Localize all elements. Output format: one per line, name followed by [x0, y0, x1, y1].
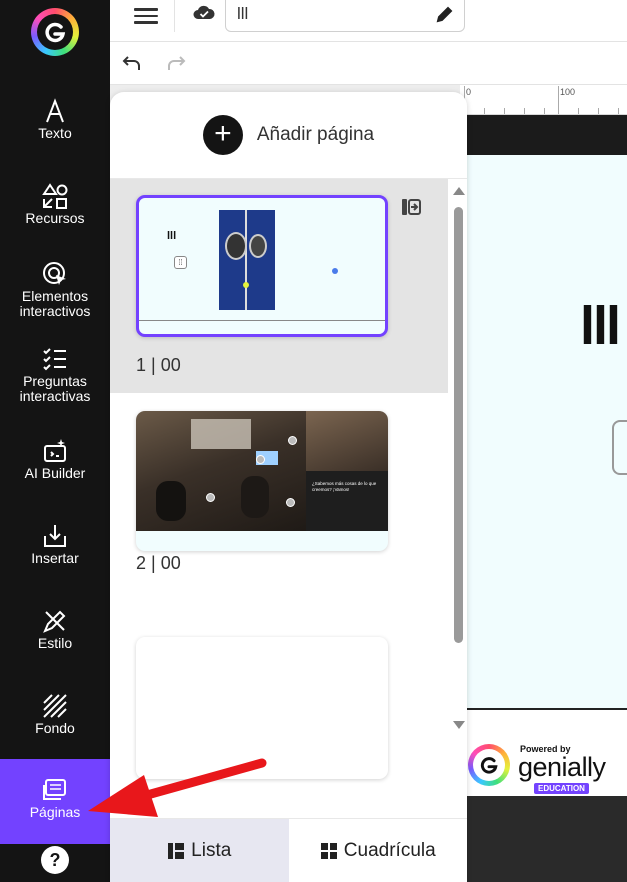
- thumb-text: ¿Sabemos más cosas de lo que creemos? ¡V…: [306, 471, 388, 531]
- sidebar: Texto Recursos Elementos interactivos Pr…: [0, 0, 110, 882]
- interactive-dot: [286, 498, 295, 507]
- tab-cuadricula[interactable]: Cuadrícula: [289, 819, 468, 882]
- page-thumbnail-1[interactable]: lll ⁞⁞: [136, 195, 388, 337]
- sidebar-item-paginas[interactable]: Páginas: [0, 759, 110, 844]
- dice-icon: ⁞⁞: [174, 256, 187, 269]
- view-mode-tabs: Lista Cuadrícula: [110, 818, 467, 882]
- interactive-dot: [288, 436, 297, 445]
- sidebar-item-label: Texto: [38, 125, 72, 141]
- background-icon: [0, 691, 110, 721]
- checklist-icon: [0, 344, 110, 374]
- menu-icon[interactable]: [134, 4, 158, 26]
- list-view-icon: [168, 842, 185, 859]
- insert-icon: [0, 521, 110, 551]
- classroom-photo: [136, 411, 306, 531]
- page-list-scrollbar[interactable]: [452, 179, 466, 813]
- sidebar-item-estilo[interactable]: Estilo: [0, 606, 110, 678]
- top-toolbar: lll: [110, 0, 627, 42]
- genially-logo[interactable]: [31, 8, 79, 56]
- sidebar-item-elementos-interactivos[interactable]: Elementos interactivos: [0, 259, 110, 331]
- sidebar-item-label: Preguntas: [23, 373, 87, 389]
- scroll-up-arrow-icon[interactable]: [453, 187, 465, 195]
- ai-builder-icon: [0, 436, 110, 466]
- thumb-footer-line: [139, 320, 385, 321]
- brand-name: genially: [518, 752, 606, 782]
- education-badge: EDUCATION: [534, 783, 589, 794]
- sidebar-item-label: Recursos: [25, 210, 85, 226]
- interactive-dot: [256, 455, 265, 464]
- page-label-2: 2 | 00: [136, 553, 181, 573]
- project-title-value: lll: [237, 4, 249, 23]
- sidebar-item-label-line2: interactivas: [19, 388, 91, 404]
- pencil-icon[interactable]: [436, 5, 454, 28]
- add-page-button[interactable]: + Añadir página: [110, 92, 467, 178]
- slide-shape[interactable]: [612, 420, 627, 475]
- page-thumbnail-2[interactable]: ¿Sabemos más cosas de lo que creemos? ¡V…: [136, 411, 388, 551]
- sidebar-item-preguntas-interactivas[interactable]: Preguntas interactivas: [0, 344, 110, 416]
- interactive-elements-icon: [0, 259, 110, 289]
- interactive-dot: [206, 493, 215, 502]
- sidebar-item-texto[interactable]: Texto: [0, 96, 110, 168]
- ruler-label: 100: [560, 87, 576, 97]
- undo-icon[interactable]: [122, 54, 142, 77]
- genially-mark-icon: [468, 744, 510, 786]
- tab-lista[interactable]: Lista: [110, 819, 289, 882]
- page-label-1: 1 | 00: [136, 355, 181, 375]
- scroll-down-arrow-icon[interactable]: [453, 721, 465, 729]
- page-list: lll ⁞⁞ 1 | 00 ¿Sabemos más cosas de lo q…: [110, 178, 467, 812]
- cloud-save-icon: [193, 4, 215, 27]
- page-thumbnail-3[interactable]: [136, 637, 388, 779]
- scrollbar-thumb[interactable]: [454, 207, 463, 643]
- page-row-3[interactable]: [110, 619, 448, 813]
- sidebar-item-fondo[interactable]: Fondo: [0, 691, 110, 763]
- slide-footer: Powered by genially EDUCATION: [460, 708, 627, 796]
- thumb-title: lll: [167, 230, 177, 242]
- sidebar-item-recursos[interactable]: Recursos: [0, 181, 110, 253]
- page-row-1[interactable]: lll ⁞⁞ 1 | 00: [110, 179, 448, 393]
- add-page-label: Añadir página: [256, 124, 375, 145]
- canvas-bottom-area: [460, 796, 627, 882]
- page-actions-icon[interactable]: [400, 197, 422, 222]
- interactive-dot: [332, 268, 338, 274]
- tab-label: Lista: [191, 839, 232, 861]
- project-title-input[interactable]: lll: [225, 0, 465, 32]
- style-icon: [0, 606, 110, 636]
- horizontal-ruler: 0 100: [460, 85, 627, 115]
- sidebar-item-label: Fondo: [35, 720, 75, 736]
- classroom-photo-2: [306, 411, 388, 471]
- sidebar-item-label: Páginas: [29, 804, 81, 820]
- padel-rackets-image: [219, 210, 275, 310]
- history-toolbar: [110, 42, 627, 85]
- page-row-2[interactable]: ¿Sabemos más cosas de lo que creemos? ¡V…: [110, 393, 448, 619]
- plus-icon: +: [202, 115, 243, 155]
- sidebar-item-label-line2: interactivos: [19, 303, 91, 319]
- slide-canvas[interactable]: lll: [460, 155, 627, 710]
- grid-view-icon: [320, 842, 337, 859]
- pages-icon: [0, 775, 110, 805]
- sidebar-item-ai-builder[interactable]: AI Builder: [0, 436, 110, 508]
- tab-label: Cuadrícula: [343, 839, 436, 861]
- slide-title[interactable]: lll: [580, 295, 621, 357]
- redo-icon[interactable]: [166, 54, 186, 77]
- resources-icon: [0, 181, 110, 211]
- toolbar-divider: [174, 0, 175, 32]
- sidebar-item-label: Insertar: [31, 550, 79, 566]
- sidebar-item-label: Elementos: [21, 288, 89, 304]
- sidebar-item-label: AI Builder: [24, 465, 86, 481]
- pages-panel: + Añadir página lll ⁞⁞ 1 | 00 ¿Sabemos m…: [110, 92, 467, 882]
- sidebar-item-label: Estilo: [37, 635, 73, 651]
- sidebar-item-insertar[interactable]: Insertar: [0, 521, 110, 593]
- help-button[interactable]: ?: [41, 846, 69, 874]
- canvas-background: [460, 115, 627, 155]
- text-icon: [0, 96, 110, 126]
